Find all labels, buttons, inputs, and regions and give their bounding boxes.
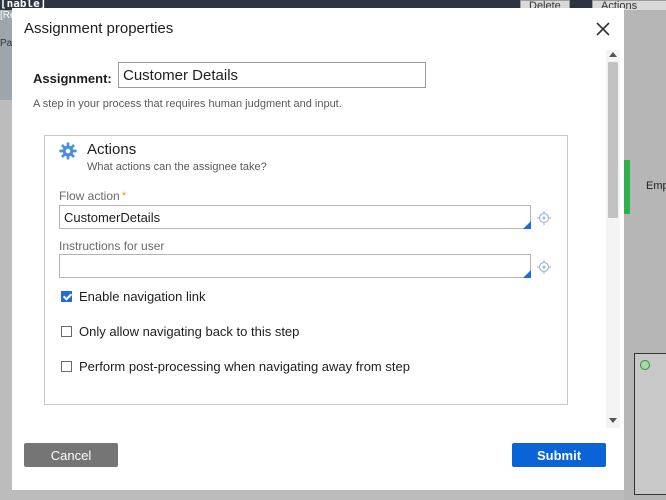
enable-navigation-link-checkbox[interactable] (61, 290, 72, 302)
scroll-down-arrow[interactable] (609, 418, 617, 423)
background-sidebar: [Re Pa (0, 10, 16, 100)
post-processing-row[interactable]: Perform post-processing when navigating … (61, 358, 410, 374)
post-processing-checkbox[interactable] (61, 360, 72, 372)
background-node (634, 353, 666, 495)
gear-icon (59, 142, 77, 160)
enable-navigation-link-label[interactable]: Enable navigation link (79, 289, 205, 304)
background-green-shape (624, 160, 630, 214)
assignment-properties-dialog: Assignment properties Assignment: A step… (12, 8, 624, 490)
target-icon[interactable] (537, 260, 551, 274)
dialog-body: Assignment: A step in your process that … (12, 50, 624, 428)
instructions-input[interactable] (59, 254, 531, 278)
cancel-button[interactable]: Cancel (24, 443, 118, 467)
actions-panel: Actions What actions can the assignee ta… (44, 135, 568, 405)
flow-action-autocomplete-indicator (523, 221, 531, 229)
flow-action-input[interactable] (59, 205, 531, 229)
only-allow-back-checkbox[interactable] (61, 325, 72, 337)
required-indicator: * (121, 189, 127, 203)
actions-subtitle: What actions can the assignee take? (87, 161, 267, 173)
scroll-up-arrow[interactable] (609, 52, 617, 57)
close-icon (596, 22, 610, 36)
scrollbar-thumb[interactable] (608, 62, 618, 218)
dialog-title: Assignment properties (24, 20, 174, 37)
background-node-dot (640, 360, 650, 370)
background-canvas-label: Emp (646, 180, 666, 192)
actions-title: Actions (87, 141, 137, 158)
assignment-label: Assignment: (33, 71, 112, 86)
submit-button[interactable]: Submit (512, 443, 606, 467)
dialog-footer: Cancel Submit (12, 428, 624, 490)
only-allow-back-label[interactable]: Only allow navigating back to this step (79, 324, 299, 339)
flow-action-label: Flow action * (59, 189, 126, 203)
close-button[interactable] (592, 18, 614, 40)
dialog-scrollbar[interactable] (606, 50, 620, 428)
assignment-description: A step in your process that requires hum… (33, 98, 342, 110)
instructions-autocomplete-indicator (523, 270, 531, 278)
enable-navigation-link-row[interactable]: Enable navigation link (61, 288, 205, 304)
assignment-name-input[interactable] (118, 62, 426, 88)
only-allow-back-row[interactable]: Only allow navigating back to this step (61, 323, 299, 339)
flow-action-label-text: Flow action (59, 189, 120, 203)
background-sidebar-label: Pa (0, 38, 13, 49)
instructions-label: Instructions for user (59, 239, 165, 253)
background-canvas: Emp (624, 10, 666, 500)
post-processing-label[interactable]: Perform post-processing when navigating … (79, 359, 410, 374)
target-icon[interactable] (537, 211, 551, 225)
